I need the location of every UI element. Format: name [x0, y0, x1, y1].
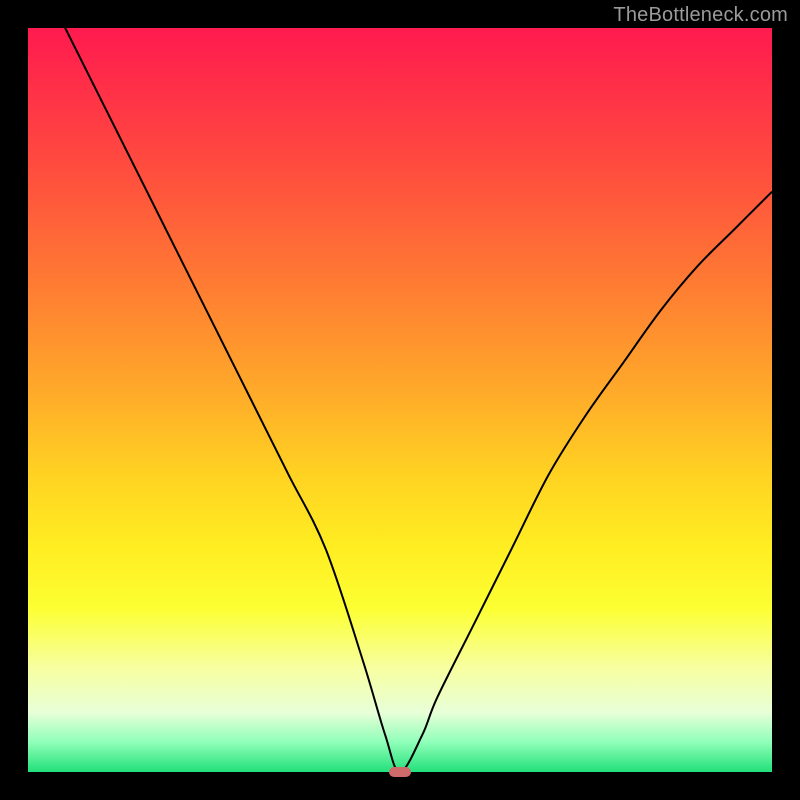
bottleneck-curve [28, 0, 772, 772]
plot-area [28, 28, 772, 772]
chart-frame: TheBottleneck.com [0, 0, 800, 800]
optimum-marker [389, 767, 411, 777]
curve-svg [28, 28, 772, 772]
watermark-text: TheBottleneck.com [613, 4, 788, 27]
